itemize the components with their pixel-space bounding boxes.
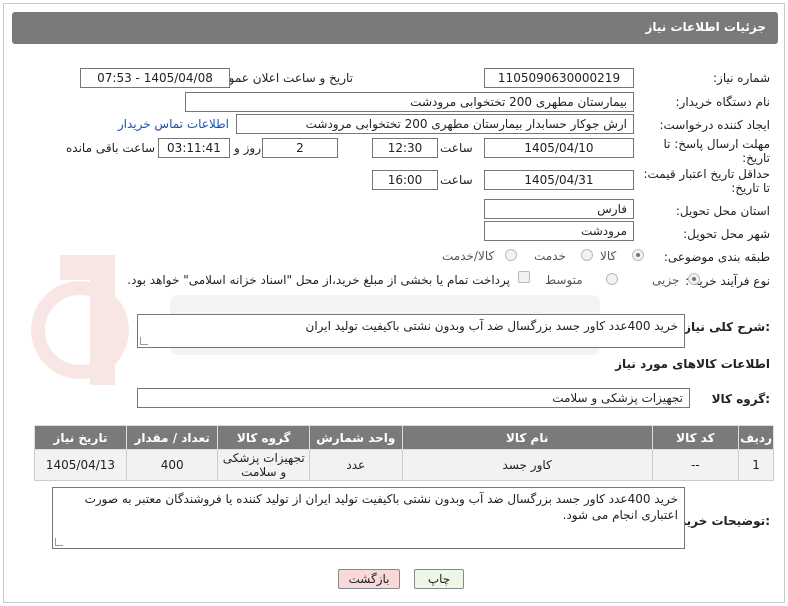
table-row: 1 -- کاور جسد عدد تجهیزات پزشکی و سلامت … bbox=[34, 449, 774, 481]
cell-row-number: 1 bbox=[738, 449, 774, 481]
buyer-notes-textarea: خرید 400عدد کاور جسد بزرگسال ضد آب وبدون… bbox=[52, 487, 685, 549]
city-label: شهر محل تحویل: bbox=[683, 227, 770, 241]
deadline-label-line1: مهلت ارسال پاسخ: تا bbox=[663, 137, 770, 151]
days-remaining-field: 2 bbox=[262, 138, 338, 158]
price-validity-date-field: 1405/04/31 bbox=[484, 170, 634, 190]
time-remaining-field: 03:11:41 bbox=[158, 138, 230, 158]
category-goods-radio[interactable] bbox=[632, 249, 644, 261]
resize-handle-icon[interactable] bbox=[55, 538, 63, 546]
price-validity-label-line2: تا تاریخ: bbox=[731, 181, 770, 195]
buyer-org-field: بیمارستان مطهری 200 تختخوابی مرودشت bbox=[185, 92, 634, 112]
process-medium-label: متوسط bbox=[545, 273, 583, 287]
page-title: جزئیات اطلاعات نیاز bbox=[645, 20, 766, 34]
cell-goods-code: -- bbox=[651, 449, 740, 481]
cell-goods-group: تجهیزات پزشکی و سلامت bbox=[217, 449, 310, 481]
col-header-row-number: ردیف bbox=[738, 425, 774, 450]
days-label: روز و bbox=[234, 141, 261, 155]
process-partial-label: جزیی bbox=[652, 273, 680, 287]
category-service-label: خدمت bbox=[534, 249, 566, 263]
print-button[interactable]: چاپ bbox=[414, 569, 464, 589]
category-service-radio[interactable] bbox=[581, 249, 593, 261]
col-header-need-date: تاریخ نیاز bbox=[34, 425, 127, 450]
need-number-field: 1105090630000219 bbox=[484, 68, 634, 88]
cell-quantity: 400 bbox=[125, 449, 219, 481]
price-time-label: ساعت bbox=[440, 173, 473, 187]
category-both-radio[interactable] bbox=[505, 249, 517, 261]
province-label: استان محل تحویل: bbox=[675, 204, 770, 218]
col-header-goods-group: گروه کالا bbox=[217, 425, 310, 450]
need-number-label: شماره نیاز: bbox=[713, 71, 770, 85]
time-remaining-label: ساعت باقی مانده bbox=[66, 141, 156, 155]
summary-label: شرح کلی نیاز: bbox=[684, 320, 770, 334]
treasury-payment-note: پرداخت تمام یا بخشی از مبلغ خرید،از محل … bbox=[127, 273, 510, 287]
col-header-goods-name: نام کالا bbox=[401, 425, 653, 450]
cell-unit: عدد bbox=[308, 449, 403, 481]
process-partial-radio[interactable] bbox=[688, 273, 700, 285]
process-medium-radio[interactable] bbox=[606, 273, 618, 285]
table-header-row: ردیف کد کالا نام کالا واحد شمارش گروه کا… bbox=[34, 425, 774, 450]
col-header-quantity: تعداد / مقدار bbox=[125, 425, 219, 450]
goods-group-field: تجهیزات پزشکی و سلامت bbox=[137, 388, 690, 408]
province-field: فارس bbox=[484, 199, 634, 219]
page-header: جزئیات اطلاعات نیاز bbox=[12, 12, 778, 44]
goods-info-title: اطلاعات کالاهای مورد نیاز bbox=[615, 357, 770, 371]
goods-table: ردیف کد کالا نام کالا واحد شمارش گروه کا… bbox=[34, 425, 774, 481]
buyer-contact-link[interactable]: اطلاعات تماس خریدار bbox=[118, 117, 229, 131]
creator-field: ارش جوکار حسابدار بیمارستان مطهری 200 تخ… bbox=[236, 114, 634, 134]
buyer-org-label: نام دستگاه خریدار: bbox=[675, 95, 771, 109]
summary-text: خرید 400عدد کاور جسد بزرگسال ضد آب وبدون… bbox=[305, 319, 678, 333]
creator-label: ایجاد کننده درخواست: bbox=[659, 118, 770, 132]
deadline-time-field: 12:30 bbox=[372, 138, 438, 158]
goods-group-label: گروه کالا: bbox=[711, 392, 770, 406]
price-validity-time-field: 16:00 bbox=[372, 170, 438, 190]
deadline-time-label: ساعت bbox=[440, 141, 473, 155]
deadline-date-field: 1405/04/10 bbox=[484, 138, 634, 158]
resize-handle-icon[interactable] bbox=[140, 337, 148, 345]
col-header-unit: واحد شمارش bbox=[308, 425, 403, 450]
back-button[interactable]: بازگشت bbox=[338, 569, 400, 589]
cell-need-date: 1405/04/13 bbox=[34, 449, 127, 481]
cell-goods-name: کاور جسد bbox=[401, 449, 653, 481]
summary-textarea: خرید 400عدد کاور جسد بزرگسال ضد آب وبدون… bbox=[137, 314, 685, 348]
treasury-payment-checkbox[interactable] bbox=[518, 271, 530, 283]
city-field: مرودشت bbox=[484, 221, 634, 241]
category-goods-label: کالا bbox=[600, 249, 617, 263]
category-both-label: کالا/خدمت bbox=[442, 249, 495, 263]
price-validity-label-line1: حداقل تاریخ اعتبار قیمت: bbox=[643, 167, 770, 181]
announce-date-field: 1405/04/08 - 07:53 bbox=[80, 68, 230, 88]
deadline-label-line2: تاریخ: bbox=[742, 151, 770, 165]
buyer-notes-text: خرید 400عدد کاور جسد بزرگسال ضد آب وبدون… bbox=[84, 492, 678, 522]
col-header-goods-code: کد کالا bbox=[651, 425, 740, 450]
category-label: طبقه بندی موضوعی: bbox=[663, 250, 770, 264]
